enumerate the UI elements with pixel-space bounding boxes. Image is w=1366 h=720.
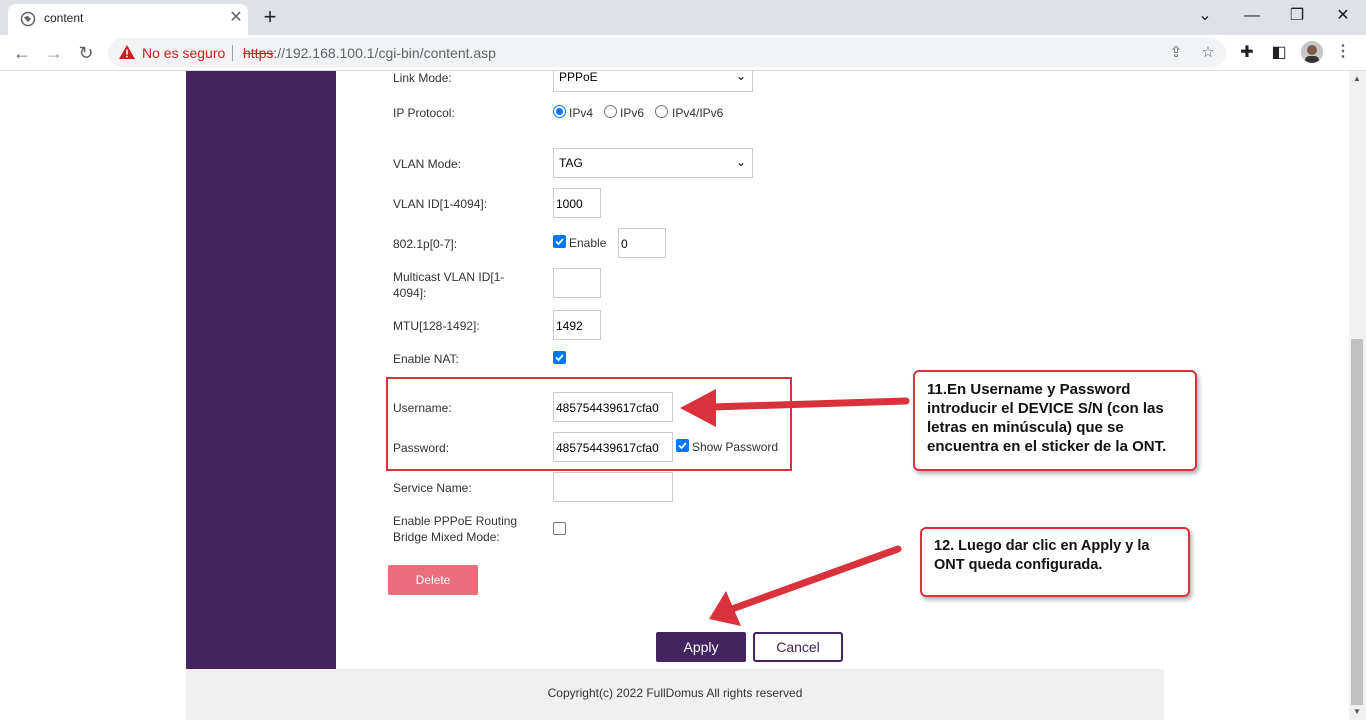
ipv4-label: IPv4 (569, 106, 594, 120)
browser-toolbar: ← → ↻ No es seguro https://192.168.100.1… (0, 35, 1366, 71)
chevron-down-icon: ⌄ (735, 155, 746, 169)
address-separator (232, 45, 233, 61)
back-icon[interactable]: ← (8, 39, 36, 67)
vlan-mode-label: VLAN Mode: (393, 157, 462, 171)
close-icon[interactable]: ✕ (1329, 4, 1357, 28)
scroll-down-icon[interactable]: ▼ (1353, 707, 1361, 716)
scroll-up-icon[interactable]: ▲ (1353, 74, 1361, 83)
ipv4-ipv6-label: IPv4/IPv6 (672, 106, 724, 120)
ipv4-radio[interactable] (553, 105, 566, 118)
delete-button[interactable]: Delete (388, 565, 478, 595)
callout2-line1: 12. Luego dar clic en Apply y la (934, 538, 1150, 554)
security-status[interactable]: No es seguro (142, 45, 225, 61)
callout1-line3: letras en minúscula) que se (927, 419, 1124, 436)
share-icon[interactable]: ⇪ (1166, 43, 1186, 63)
p8021-enable-label: Enable (569, 236, 607, 250)
apply-button[interactable]: Apply (656, 632, 746, 662)
profile-icon (1301, 41, 1323, 63)
tab-close-icon[interactable]: ✕ (226, 8, 246, 28)
chevron-down-icon: ⌄ (735, 71, 746, 83)
multicast-vlan-label-line2: 4094]: (393, 286, 427, 300)
tab-strip: content ✕ + ⌄ — ❐ ✕ (0, 0, 1366, 35)
side-panel-icon[interactable]: ◧ (1268, 42, 1290, 64)
page-viewport: Copyright(c) 2022 FullDomus All rights r… (0, 71, 1366, 720)
callout-apply: 12. Luego dar clic en Apply y la ONT que… (920, 527, 1190, 597)
credentials-highlight-box (386, 377, 792, 471)
pppoe-bridge-checkbox[interactable] (553, 522, 566, 535)
forward-icon[interactable]: → (40, 39, 68, 67)
footer: Copyright(c) 2022 FullDomus All rights r… (186, 669, 1164, 720)
enable-nat-label: Enable NAT: (393, 352, 459, 366)
pppoe-bridge-label-line1: Enable PPPoE Routing (393, 514, 518, 528)
url-scheme: https (243, 45, 274, 61)
vlan-id-input[interactable]: 1000 (553, 188, 601, 218)
callout-credentials: 11.En Username y Password introducir el … (913, 370, 1197, 471)
mtu-input[interactable]: 1492 (553, 310, 601, 340)
menu-icon[interactable]: ⋮ (1333, 41, 1353, 63)
multicast-vlan-input[interactable] (553, 268, 601, 298)
sidebar (186, 71, 336, 669)
service-name-label: Service Name: (393, 481, 472, 495)
multicast-vlan-label-line1: Multicast VLAN ID[1- (393, 270, 505, 284)
checkmark-icon (555, 354, 564, 362)
vlan-id-label: VLAN ID[1-4094]: (393, 197, 488, 211)
vlan-mode-select[interactable]: TAG ⌄ (553, 148, 753, 178)
enable-nat-checkbox[interactable] (553, 351, 566, 364)
ipv6-radio[interactable] (604, 105, 617, 118)
callout1-line2: introducir el DEVICE S/N (con las (927, 400, 1164, 417)
cancel-button[interactable]: Cancel (753, 632, 843, 662)
callout1-line4: encuentra en el sticker de la ONT. (927, 438, 1167, 455)
tab-content[interactable]: content ✕ (8, 4, 248, 35)
pppoe-bridge-label: Enable PPPoE Routing Bridge Mixed Mode: (393, 513, 517, 545)
minimize-icon[interactable]: — (1238, 4, 1266, 28)
checkmark-icon (555, 238, 564, 246)
service-name-input[interactable] (553, 472, 673, 502)
scrollbar-thumb[interactable] (1351, 339, 1363, 705)
star-icon[interactable]: ☆ (1198, 43, 1218, 63)
callout2-line2: ONT queda configurada. (934, 557, 1103, 573)
p8021-input[interactable]: 0 (618, 228, 666, 258)
restore-icon[interactable]: ❐ (1283, 4, 1311, 28)
avatar[interactable] (1301, 41, 1323, 63)
p8021-label: 802.1p[0-7]: (393, 237, 458, 251)
callout1-line1: 11.En Username y Password (927, 381, 1131, 398)
scrollbar[interactable]: ▲ ▼ (1349, 71, 1366, 720)
multicast-vlan-label: Multicast VLAN ID[1- 4094]: (393, 269, 504, 301)
vlan-mode-value: TAG (559, 156, 583, 170)
address-bar[interactable]: No es seguro https://192.168.100.1/cgi-b… (108, 38, 1226, 67)
link-mode-select[interactable]: PPPoE ⌄ (553, 71, 753, 92)
url-path: ://192.168.100.1/cgi-bin/content.asp (273, 45, 496, 61)
globe-icon (20, 11, 36, 27)
link-mode-value: PPPoE (559, 71, 598, 84)
p8021-enable-checkbox[interactable] (553, 235, 566, 248)
new-tab-button[interactable]: + (258, 5, 282, 29)
ipv6-label: IPv6 (620, 106, 645, 120)
warning-icon (119, 45, 135, 59)
reload-icon[interactable]: ↻ (72, 39, 100, 67)
link-mode-label: Link Mode: (393, 71, 452, 85)
extensions-icon[interactable]: ✚ (1236, 42, 1258, 64)
pppoe-bridge-label-line2: Bridge Mixed Mode: (393, 530, 500, 544)
chevron-down-icon[interactable]: ⌄ (1191, 4, 1219, 28)
mtu-label: MTU[128-1492]: (393, 319, 480, 333)
ip-protocol-label: IP Protocol: (393, 106, 455, 120)
tab-title: content (44, 11, 84, 25)
copyright-text: Copyright(c) 2022 FullDomus All rights r… (547, 686, 803, 700)
ipv4-ipv6-radio[interactable] (655, 105, 668, 118)
url-text[interactable]: https://192.168.100.1/cgi-bin/content.as… (243, 45, 496, 61)
